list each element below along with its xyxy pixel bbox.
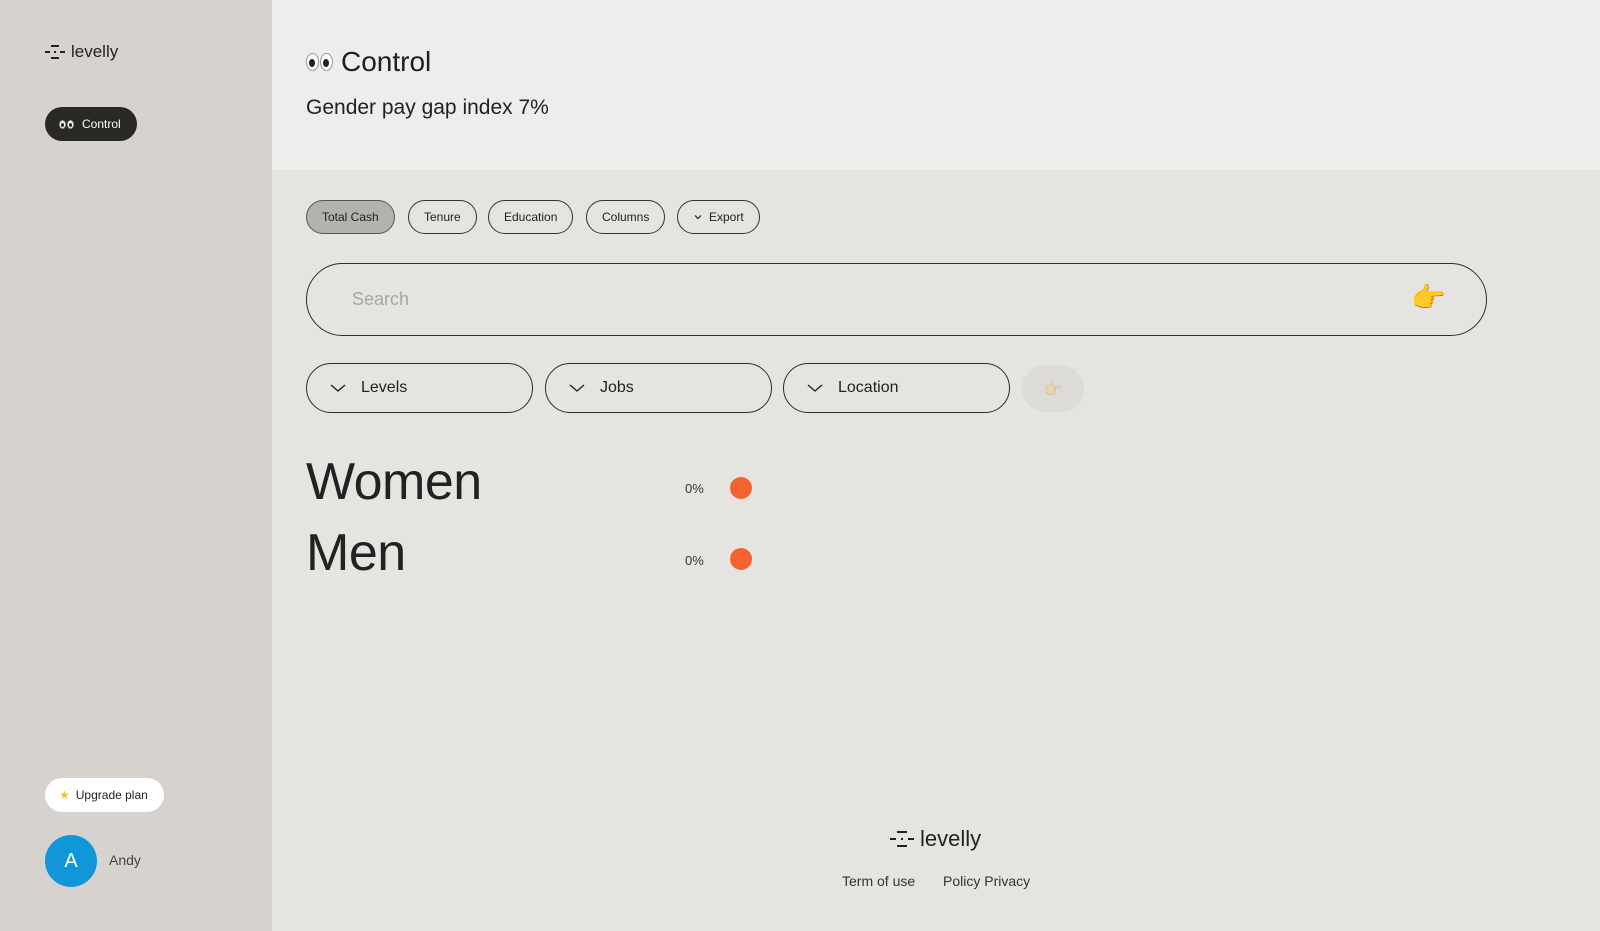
sidebar: levelly Control ★ Upgrade plan A Andy — [0, 0, 272, 931]
levelly-logo-icon — [890, 831, 914, 847]
sidebar-logo[interactable]: levelly — [45, 42, 118, 62]
search-bar: 👉 — [306, 263, 1487, 336]
upgrade-plan-button[interactable]: ★ Upgrade plan — [45, 778, 164, 812]
page-title: Control — [306, 46, 431, 78]
chevron-down-icon — [694, 215, 702, 220]
pay-gap-index: Gender pay gap index 7% — [306, 96, 549, 119]
result-row-label: Women — [306, 453, 482, 511]
chip-label: Total Cash — [322, 210, 379, 224]
chip-label: Columns — [602, 210, 650, 224]
chip-label: Tenure — [424, 210, 461, 224]
star-icon: ★ — [59, 788, 70, 802]
chip-education[interactable]: Education — [488, 200, 574, 234]
chevron-down-icon — [330, 384, 346, 392]
location-dropdown[interactable]: Location — [783, 363, 1010, 413]
chip-label: Export — [709, 210, 744, 224]
apply-filters-button[interactable]: 👉 — [1022, 365, 1084, 412]
eyes-icon — [59, 119, 74, 129]
page-header: Control Gender pay gap index 7% — [272, 0, 1600, 170]
jobs-dropdown[interactable]: Jobs — [545, 363, 772, 413]
sidebar-brand-name: levelly — [71, 42, 119, 61]
status-dot — [730, 548, 752, 570]
result-row-value: 0% — [685, 481, 704, 496]
chip-columns[interactable]: Columns — [586, 200, 666, 234]
search-input[interactable] — [352, 264, 1352, 335]
pointing-hand-icon: 👉 — [1043, 380, 1063, 398]
terms-of-use-link[interactable]: Term of use — [842, 873, 915, 889]
chevron-down-icon — [569, 384, 585, 392]
avatar[interactable]: A — [45, 835, 97, 887]
nav-item-control-label: Control — [82, 117, 121, 131]
chip-label: Education — [504, 210, 558, 224]
nav-item-control[interactable]: Control — [45, 107, 137, 141]
avatar-initial: A — [64, 849, 78, 872]
levels-dropdown[interactable]: Levels — [306, 363, 533, 413]
dropdown-label: Jobs — [600, 379, 634, 396]
user-name[interactable]: Andy — [109, 852, 141, 868]
result-row-label: Men — [306, 524, 406, 582]
chip-tenure[interactable]: Tenure — [408, 200, 477, 234]
eyes-icon — [306, 53, 333, 71]
privacy-policy-link[interactable]: Policy Privacy — [943, 873, 1030, 889]
dropdown-label: Levels — [361, 379, 408, 396]
result-row-value: 0% — [685, 553, 704, 568]
page-title-text: Control — [341, 46, 432, 77]
chevron-down-icon — [807, 384, 823, 392]
export-button[interactable]: Export — [677, 200, 760, 234]
pointing-hand-icon[interactable]: 👉 — [1411, 281, 1446, 314]
levelly-logo-icon — [45, 45, 65, 59]
footer-logo[interactable]: levelly — [890, 826, 981, 852]
dropdown-label: Location — [838, 379, 899, 396]
status-dot — [730, 477, 752, 499]
chip-total-cash[interactable]: Total Cash — [306, 200, 395, 234]
upgrade-plan-label: Upgrade plan — [75, 788, 148, 802]
footer-brand-name: levelly — [920, 826, 982, 851]
